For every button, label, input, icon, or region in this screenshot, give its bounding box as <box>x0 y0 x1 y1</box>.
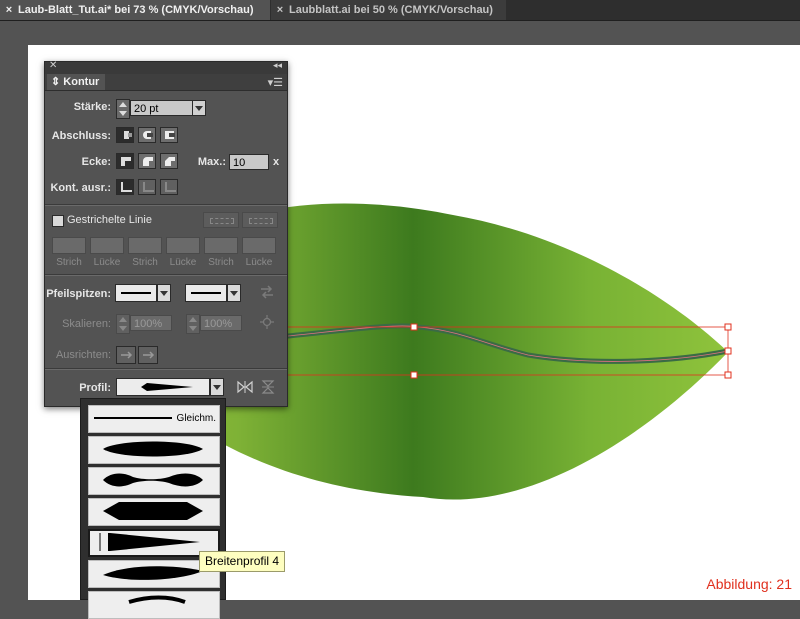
link-scale-icon[interactable] <box>259 314 275 330</box>
gap-label: Lücke <box>169 257 197 268</box>
miter-limit-unit: x <box>273 156 280 168</box>
cap-label: Abschluss: <box>51 130 111 142</box>
panel-titlebar[interactable]: ✕ ◂◂ <box>45 60 287 74</box>
align-center-icon[interactable] <box>116 179 134 195</box>
profile-item-width-1[interactable] <box>88 436 220 464</box>
selection-handle[interactable] <box>410 371 418 379</box>
selection-handle[interactable] <box>410 323 418 331</box>
updown-icon: ⇕ <box>51 76 61 88</box>
figure-label: Abbildung: 21 <box>706 576 792 592</box>
end-arrowhead-dropdown[interactable] <box>227 284 241 302</box>
align-stroke-label: Kont. ausr.: <box>50 182 111 194</box>
butt-cap-icon[interactable] <box>116 127 134 143</box>
gap-field-3[interactable] <box>242 237 276 254</box>
arrow-tip-end-icon[interactable] <box>138 346 158 364</box>
dash-field-1[interactable] <box>52 237 86 254</box>
tab-label: Laub-Blatt_Tut.ai* bei 73 % (CMYK/Vorsch… <box>18 4 254 16</box>
miter-limit-field[interactable]: 10 <box>229 154 269 170</box>
scale-label: Skalieren: <box>62 318 111 330</box>
scale-end-field[interactable]: 100% <box>200 315 242 331</box>
align-outside-icon[interactable] <box>160 179 178 195</box>
arrowheads-label: Pfeilspitzen: <box>46 288 111 300</box>
align-arrows-label: Ausrichten: <box>55 349 111 361</box>
selection-handle[interactable] <box>724 347 732 355</box>
projecting-cap-icon[interactable] <box>160 127 178 143</box>
gap-field-1[interactable] <box>90 237 124 254</box>
dashed-line-checkbox[interactable] <box>52 215 64 227</box>
profile-item-width-2[interactable] <box>88 467 220 495</box>
corner-label: Ecke: <box>81 156 111 168</box>
miter-join-icon[interactable] <box>116 153 134 169</box>
dash-label: Strich <box>56 257 82 268</box>
profile-item-width-3[interactable] <box>88 498 220 526</box>
swap-arrowheads-icon[interactable] <box>259 284 275 300</box>
dash-field-3[interactable] <box>204 237 238 254</box>
weight-dropdown[interactable] <box>192 100 206 116</box>
start-arrowhead-select[interactable] <box>115 284 157 302</box>
weight-label: Stärke: <box>73 101 111 113</box>
divider <box>45 368 287 370</box>
document-tab-inactive[interactable]: × Laubblatt.ai bei 50 % (CMYK/Vorschau) <box>271 0 506 20</box>
stroke-panel: ✕ ◂◂ ⇕ Kontur ▾☰ Stärke: 20 pt Abschluss… <box>44 60 288 407</box>
profile-item-width-6[interactable] <box>88 591 220 619</box>
end-arrowhead-select[interactable] <box>185 284 227 302</box>
panel-tab-row: ⇕ Kontur ▾☰ <box>45 74 287 91</box>
dash-align-icon[interactable] <box>242 212 278 228</box>
profile-item-label: Gleichm. <box>176 413 216 424</box>
gap-label: Lücke <box>245 257 273 268</box>
close-icon[interactable]: ✕ <box>49 60 57 71</box>
document-tab-active[interactable]: × Laub-Blatt_Tut.ai* bei 73 % (CMYK/Vorsc… <box>0 0 270 20</box>
panel-title: Kontur <box>63 76 100 88</box>
profile-label: Profil: <box>79 382 111 394</box>
dash-label: Strich <box>132 257 158 268</box>
panel-menu-icon[interactable]: ▾☰ <box>268 76 283 89</box>
tab-kontur[interactable]: ⇕ Kontur <box>47 74 106 90</box>
scale-start-field[interactable]: 100% <box>130 315 172 331</box>
tooltip: Breitenprofil 4 <box>199 551 286 572</box>
tab-close-icon[interactable]: × <box>271 0 289 20</box>
selection-handle[interactable] <box>724 371 732 379</box>
document-tab-bar: × Laub-Blatt_Tut.ai* bei 73 % (CMYK/Vorsc… <box>0 0 800 21</box>
round-join-icon[interactable] <box>138 153 156 169</box>
collapse-icon[interactable]: ◂◂ <box>273 60 282 71</box>
profile-dropdown[interactable] <box>210 378 224 396</box>
scale-start-stepper[interactable] <box>116 314 130 334</box>
gap-label: Lücke <box>93 257 121 268</box>
start-arrowhead-dropdown[interactable] <box>157 284 171 302</box>
dashed-line-label: Gestrichelte Linie <box>67 214 152 226</box>
bevel-join-icon[interactable] <box>160 153 178 169</box>
scale-end-stepper[interactable] <box>186 314 200 334</box>
tab-close-icon[interactable]: × <box>0 0 18 20</box>
flip-across-icon[interactable] <box>261 380 275 394</box>
arrow-tip-beyond-icon[interactable] <box>116 346 136 364</box>
gap-field-2[interactable] <box>166 237 200 254</box>
weight-field[interactable]: 20 pt <box>130 100 195 116</box>
tab-label: Laubblatt.ai bei 50 % (CMYK/Vorschau) <box>289 4 493 16</box>
align-inside-icon[interactable] <box>138 179 156 195</box>
divider <box>45 274 287 276</box>
dash-field-2[interactable] <box>128 237 162 254</box>
dash-label: Strich <box>208 257 234 268</box>
dash-preserve-icon[interactable] <box>203 212 239 228</box>
round-cap-icon[interactable] <box>138 127 156 143</box>
selection-handle[interactable] <box>724 323 732 331</box>
profile-item-uniform[interactable]: Gleichm. <box>88 405 220 433</box>
weight-stepper[interactable] <box>116 99 130 119</box>
flip-along-icon[interactable] <box>237 380 253 394</box>
profile-select[interactable] <box>116 378 210 396</box>
divider <box>45 204 287 206</box>
miter-limit-label: Max.: <box>197 156 226 168</box>
